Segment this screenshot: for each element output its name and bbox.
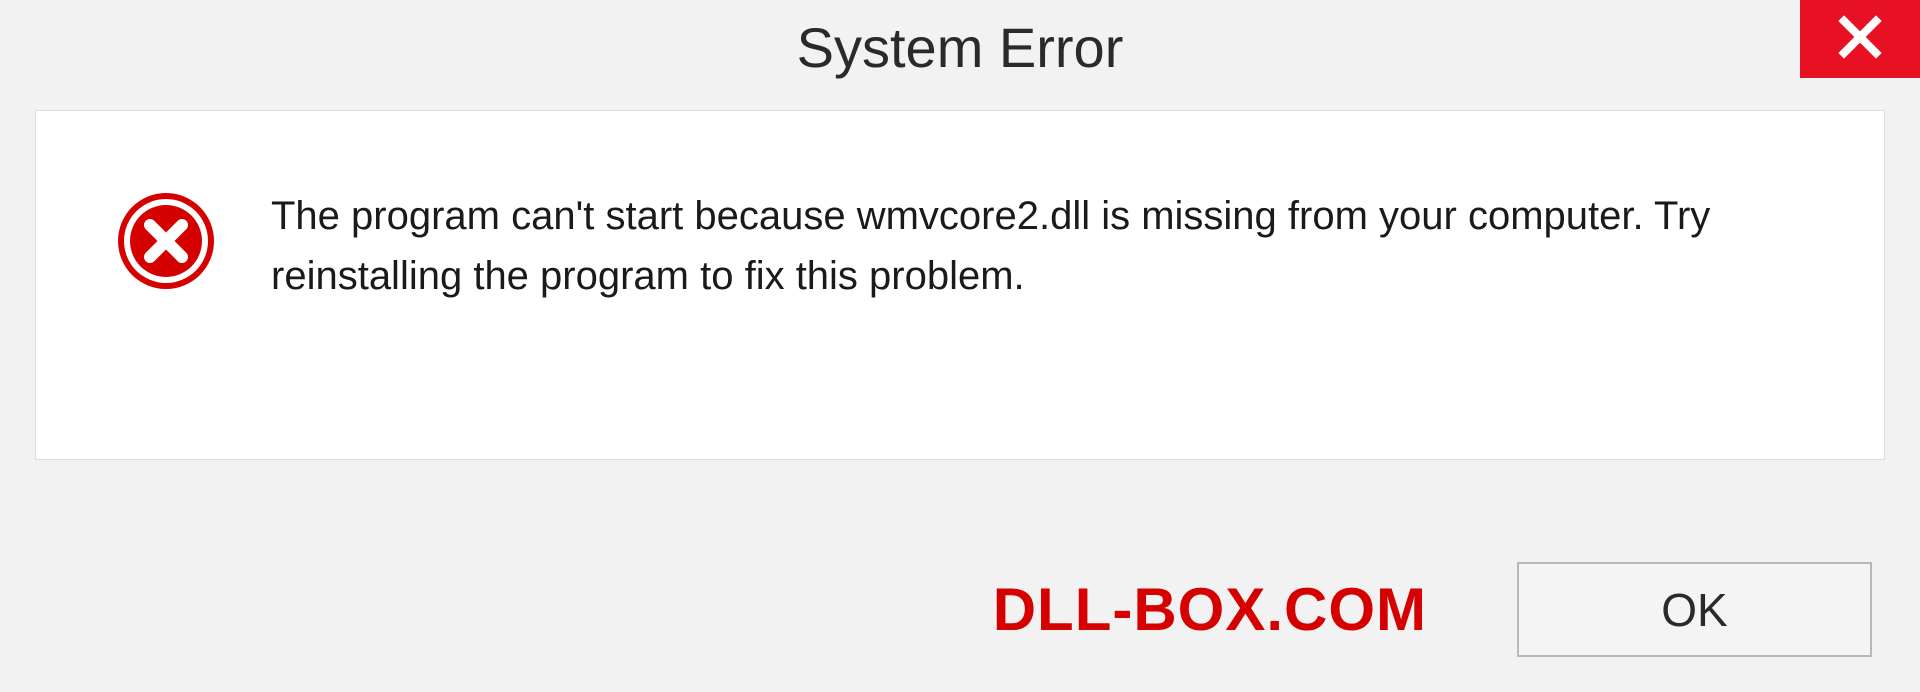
error-message: The program can't start because wmvcore2… — [271, 186, 1834, 306]
watermark-text: DLL-BOX.COM — [993, 575, 1427, 644]
close-button[interactable] — [1800, 0, 1920, 78]
error-icon — [116, 191, 216, 291]
title-bar: System Error — [0, 0, 1920, 100]
ok-button[interactable]: OK — [1517, 562, 1872, 657]
dialog-content: The program can't start because wmvcore2… — [35, 110, 1885, 460]
dialog-title: System Error — [797, 15, 1124, 80]
dialog-footer: DLL-BOX.COM OK — [0, 562, 1872, 657]
close-icon — [1838, 15, 1882, 64]
